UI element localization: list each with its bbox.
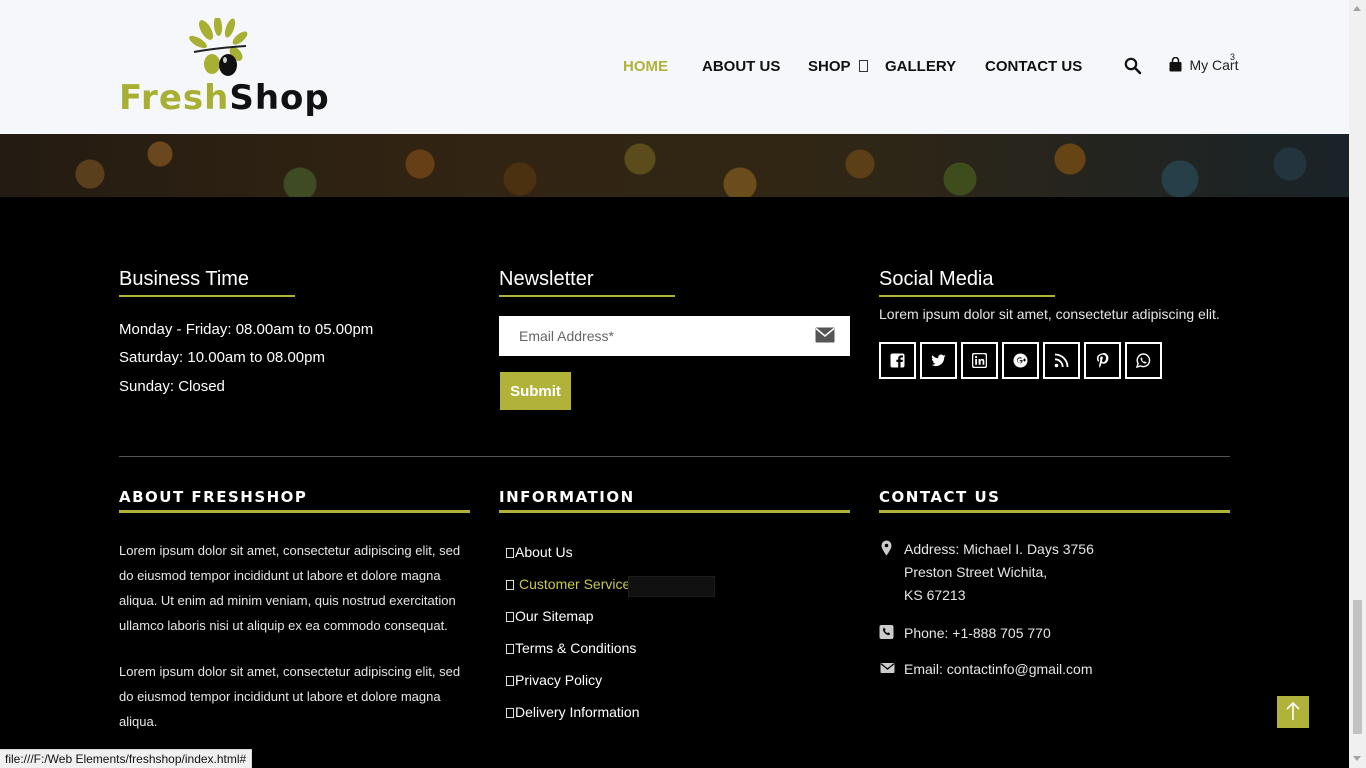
title-underline	[119, 510, 470, 513]
link-tooltip	[628, 576, 715, 597]
nav-home[interactable]: HOME	[623, 58, 668, 75]
about-title: ABOUT FRESHSHOP	[119, 488, 308, 506]
cart-count-badge: 3	[1230, 52, 1236, 62]
linkedin-link[interactable]	[961, 342, 998, 379]
title-underline	[879, 510, 1230, 513]
hours-saturday: Saturday: 10.00am to 08.00pm	[119, 349, 325, 366]
address-line-3: KS 67213	[904, 587, 966, 603]
newsletter-form	[499, 316, 850, 356]
link-bullet-icon	[506, 612, 514, 622]
link-delivery-information[interactable]: Delivery Information	[506, 704, 640, 720]
link-label: About Us	[515, 544, 573, 560]
page: FreshShop HOME ABOUT US SHOP GALLERY CON…	[0, 0, 1366, 768]
scroll-thumb[interactable]	[1353, 600, 1362, 734]
scroll-down-arrow-icon[interactable]	[1353, 756, 1361, 761]
rss-link[interactable]	[1043, 342, 1080, 379]
link-customer-service[interactable]: Customer Service	[506, 576, 630, 592]
link-bullet-icon	[506, 644, 514, 654]
envelope-icon	[880, 663, 895, 673]
nav-shop-label: SHOP	[808, 58, 851, 75]
twitter-link[interactable]	[920, 342, 957, 379]
footer-divider	[119, 456, 1230, 457]
pinterest-link[interactable]	[1084, 342, 1121, 379]
facebook-link[interactable]	[879, 342, 916, 379]
logo-wordmark: FreshShop	[119, 78, 330, 118]
social-media-title: Social Media	[879, 268, 994, 290]
nav-shop[interactable]: SHOP	[808, 58, 868, 75]
facebook-icon	[890, 353, 905, 368]
google-plus-link[interactable]	[1002, 342, 1039, 379]
link-bullet-icon	[506, 708, 514, 718]
map-marker-icon	[881, 540, 892, 556]
address-line-2: Preston Street Wichita,	[904, 564, 1048, 580]
freshshop-logo[interactable]: FreshShop	[118, 18, 330, 123]
hero-banner-strip	[0, 134, 1349, 197]
phone-icon	[879, 625, 894, 639]
about-paragraph-2: Lorem ipsum dolor sit amet, consectetur …	[119, 664, 461, 729]
whatsapp-link[interactable]	[1125, 342, 1162, 379]
cart-button[interactable]: My Cart 3	[1169, 52, 1238, 77]
envelope-icon	[815, 327, 835, 343]
newsletter-title: Newsletter	[499, 268, 594, 290]
address-line-1: Address: Michael I. Days 3756	[904, 541, 1094, 557]
link-label: Privacy Policy	[515, 672, 603, 688]
information-title: INFORMATION	[499, 488, 635, 506]
back-to-top-button[interactable]	[1277, 696, 1309, 728]
link-label: Delivery Information	[515, 704, 640, 720]
google-plus-icon	[1013, 353, 1028, 368]
dropdown-caret-icon	[858, 60, 868, 72]
browser-status-bar: file:///F:/Web Elements/freshshop/index.…	[0, 749, 253, 768]
search-icon[interactable]	[1124, 57, 1142, 75]
about-paragraph-1: Lorem ipsum dolor sit amet, consectetur …	[119, 543, 461, 633]
logo-word-shop: Shop	[229, 78, 330, 118]
link-bullet-icon	[506, 580, 514, 590]
title-underline	[499, 510, 850, 513]
email-field[interactable]	[499, 316, 799, 356]
olive-branch-icon	[189, 18, 248, 76]
title-underline	[499, 295, 675, 297]
link-terms-conditions[interactable]: Terms & Conditions	[506, 640, 636, 656]
nav-contact-us[interactable]: CONTACT US	[985, 58, 1082, 75]
nav-gallery[interactable]: GALLERY	[885, 58, 956, 75]
business-time-title: Business Time	[119, 268, 250, 290]
link-label: Terms & Conditions	[515, 640, 637, 656]
link-about-us[interactable]: About Us	[506, 544, 573, 560]
link-label: Our Sitemap	[515, 608, 594, 624]
link-label: Customer Service	[519, 576, 631, 592]
pinterest-icon	[1096, 353, 1109, 368]
scroll-up-arrow-icon[interactable]	[1353, 6, 1361, 11]
link-privacy-policy[interactable]: Privacy Policy	[506, 672, 602, 688]
logo-word-fresh: Fresh	[119, 78, 230, 118]
rss-icon	[1054, 353, 1069, 368]
social-media-description: Lorem ipsum dolor sit amet, consectetur …	[879, 306, 1220, 322]
title-underline	[879, 295, 1055, 297]
hours-sunday: Sunday: Closed	[119, 378, 225, 395]
submit-button[interactable]: Submit	[500, 372, 571, 410]
address-text: Address: Michael I. Days 3756 Preston St…	[904, 538, 1094, 607]
hours-weekdays: Monday - Friday: 08.00am to 05.00pm	[119, 321, 374, 338]
link-bullet-icon	[506, 676, 514, 686]
page-scrollbar[interactable]	[1349, 0, 1366, 768]
title-underline	[119, 295, 295, 297]
phone-text[interactable]: Phone: +1-888 705 770	[904, 622, 1051, 645]
whatsapp-icon	[1136, 353, 1151, 368]
shopping-bag-icon	[1169, 56, 1182, 72]
link-our-sitemap[interactable]: Our Sitemap	[506, 608, 594, 624]
email-text[interactable]: Email: contactinfo@gmail.com	[904, 658, 1093, 681]
linkedin-icon	[972, 353, 987, 368]
link-bullet-icon	[506, 548, 514, 558]
twitter-icon	[931, 354, 946, 367]
arrow-up-icon	[1286, 701, 1300, 720]
contact-title: CONTACT US	[879, 488, 1001, 506]
site-header: FreshShop HOME ABOUT US SHOP GALLERY CON…	[0, 0, 1349, 134]
nav-about-us[interactable]: ABOUT US	[702, 58, 780, 75]
